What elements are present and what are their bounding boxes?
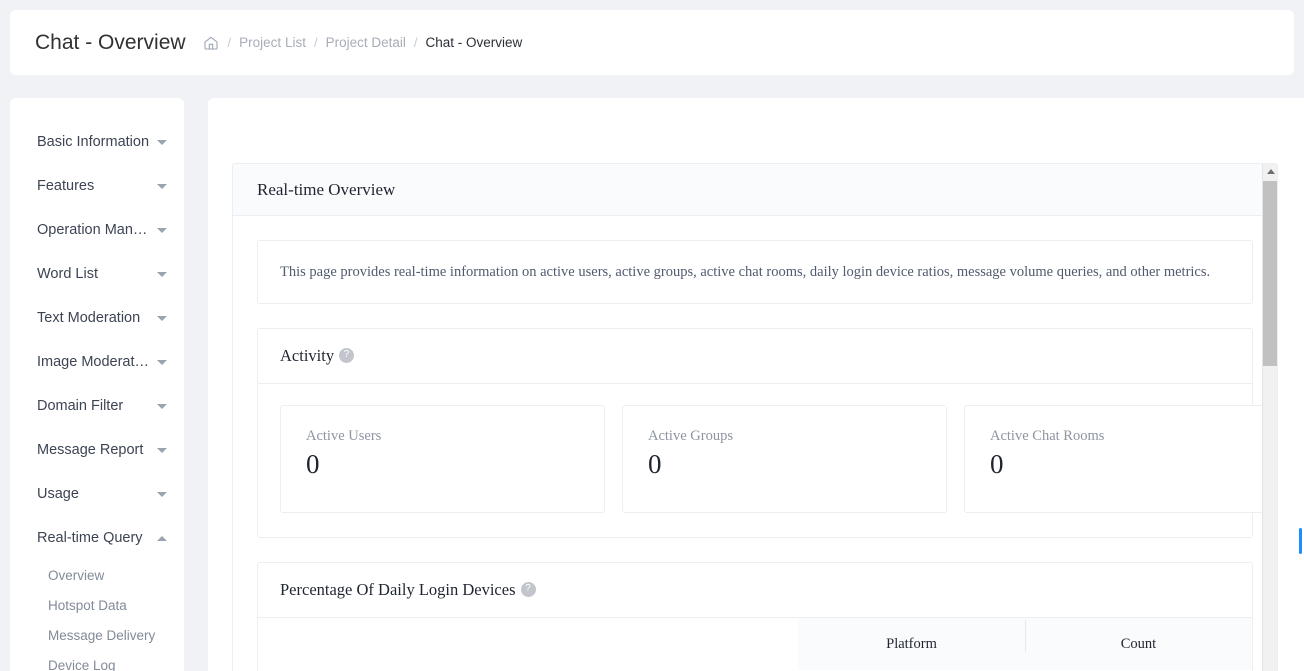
daily-login-devices-section: Percentage Of Daily Login Devices ? Plat… xyxy=(257,562,1253,671)
stat-label: Active Groups xyxy=(648,428,733,444)
chevron-down-icon xyxy=(157,491,167,497)
device-pie-chart-area xyxy=(258,618,798,671)
sidebar-item-domain-filter[interactable]: Domain Filter xyxy=(10,384,184,428)
chevron-down-icon xyxy=(157,447,167,453)
sidebar-item-label: Image Moderation xyxy=(37,354,154,370)
sidebar-subitem-hotspot-data[interactable]: Hotspot Data xyxy=(10,590,184,620)
sidebar-item-image-moderation[interactable]: Image Moderation xyxy=(10,340,184,384)
page-scroll-indicator[interactable] xyxy=(1299,528,1302,554)
activity-stat-row: Active Users 0 Active Groups 0 Active Ch… xyxy=(258,384,1277,537)
stat-card-active-chat-rooms: Active Chat Rooms 0 xyxy=(964,405,1277,513)
page-header: Chat - Overview / Project List / Project… xyxy=(10,10,1294,75)
sidebar-item-label: Word List xyxy=(37,266,98,282)
breadcrumb-item-project-detail[interactable]: Project Detail xyxy=(326,35,406,50)
daily-login-devices-title: Percentage Of Daily Login Devices xyxy=(280,580,516,599)
sidebar-subitem-device-log[interactable]: Device Log xyxy=(10,650,184,671)
sidebar-item-label: Domain Filter xyxy=(37,398,124,414)
sidebar-item-operation-management[interactable]: Operation Manag… xyxy=(10,208,184,252)
card-header: Real-time Overview xyxy=(233,164,1277,216)
sidebar-item-word-list[interactable]: Word List xyxy=(10,252,184,296)
chevron-down-icon xyxy=(157,315,167,321)
sidebar: Basic Information Features Operation Man… xyxy=(10,98,184,671)
stat-card-active-groups: Active Groups 0 xyxy=(622,405,947,513)
chevron-down-icon xyxy=(157,359,167,365)
sidebar-item-label: Real-time Query xyxy=(37,530,143,546)
sidebar-item-label: Text Moderation xyxy=(37,310,141,326)
sidebar-item-message-report[interactable]: Message Report xyxy=(10,428,184,472)
chevron-down-icon xyxy=(157,139,167,145)
breadcrumb-item-current: Chat - Overview xyxy=(425,35,523,50)
stat-value: 0 xyxy=(306,449,320,479)
breadcrumb-separator-1: / xyxy=(227,35,232,50)
activity-section-header: Activity ? xyxy=(258,329,1252,384)
sidebar-item-features[interactable]: Features xyxy=(10,164,184,208)
activity-title: Activity xyxy=(280,346,335,365)
page-title: Chat - Overview xyxy=(35,30,186,54)
column-header-count: Count xyxy=(1025,619,1252,653)
main-panel: Real-time Overview This page provides re… xyxy=(208,98,1304,671)
app-root: Chat - Overview / Project List / Project… xyxy=(0,0,1304,671)
chevron-down-icon xyxy=(157,227,167,233)
breadcrumb-item-project-list[interactable]: Project List xyxy=(239,35,306,50)
card-title: Real-time Overview xyxy=(257,179,396,199)
chevron-down-icon xyxy=(157,403,167,409)
sidebar-item-usage[interactable]: Usage xyxy=(10,472,184,516)
sidebar-item-real-time-query[interactable]: Real-time Query xyxy=(10,516,184,560)
home-icon[interactable] xyxy=(202,34,220,52)
sidebar-subitem-overview[interactable]: Overview xyxy=(10,560,184,590)
card-body: This page provides real-time information… xyxy=(233,216,1277,671)
breadcrumb: / Project List / Project Detail / Chat -… xyxy=(202,34,523,52)
activity-section: Activity ? Active Users 0 Active Groups … xyxy=(257,328,1277,538)
notice-text: This page provides real-time information… xyxy=(280,263,1211,280)
column-header-platform: Platform xyxy=(886,635,937,652)
card-vertical-scrollbar[interactable] xyxy=(1262,164,1277,671)
breadcrumb-separator-3: / xyxy=(413,35,418,50)
stat-label: Active Chat Rooms xyxy=(990,428,1105,444)
sidebar-item-label: Basic Information xyxy=(37,134,150,150)
stat-value: 0 xyxy=(990,449,1004,479)
sidebar-item-text-moderation[interactable]: Text Moderation xyxy=(10,296,184,340)
scrollbar-thumb[interactable] xyxy=(1263,181,1277,366)
sidebar-subitem-message-delivery[interactable]: Message Delivery xyxy=(10,620,184,650)
question-mark-icon[interactable]: ? xyxy=(339,347,355,363)
stat-card-active-users: Active Users 0 xyxy=(280,405,605,513)
stat-label: Active Users xyxy=(306,428,382,444)
daily-login-devices-header: Percentage Of Daily Login Devices ? xyxy=(258,563,1252,618)
daily-login-devices-body: Platform Count xyxy=(258,618,1252,671)
sidebar-item-label: Features xyxy=(37,178,95,194)
sidebar-item-label: Message Report xyxy=(37,442,144,458)
real-time-overview-card: Real-time Overview This page provides re… xyxy=(232,163,1278,671)
sidebar-item-label: Operation Manag… xyxy=(37,222,157,238)
device-table-header-row: Platform Count xyxy=(798,618,1252,670)
notice-box: This page provides real-time information… xyxy=(257,240,1253,304)
chevron-down-icon xyxy=(157,271,167,277)
stat-value: 0 xyxy=(648,449,662,479)
scrollbar-up-arrow-icon[interactable] xyxy=(1263,164,1277,179)
sidebar-item-basic-information[interactable]: Basic Information xyxy=(10,120,184,164)
sidebar-item-label: Usage xyxy=(37,486,79,502)
chevron-up-icon xyxy=(157,535,167,541)
question-mark-icon[interactable]: ? xyxy=(520,581,536,597)
breadcrumb-separator-2: / xyxy=(313,35,318,50)
chevron-down-icon xyxy=(157,183,167,189)
